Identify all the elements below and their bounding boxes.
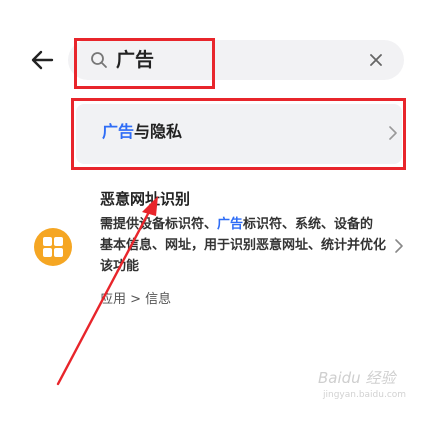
app-grid-icon — [34, 228, 72, 266]
highlight-box-result — [71, 98, 406, 170]
clear-icon — [370, 54, 382, 66]
watermark-logo: Baidu 经验 — [318, 369, 396, 387]
watermark-url: jingyan.baidu.com — [323, 390, 407, 400]
clear-button[interactable] — [364, 48, 388, 72]
item-description: 需提供设备标识符、广告标识符、系统、设备的基本信息、网址，用于识别恶意网址、统计… — [100, 214, 386, 277]
back-button[interactable] — [26, 44, 58, 76]
chevron-right-icon[interactable] — [393, 238, 405, 254]
back-arrow-icon — [31, 50, 54, 70]
item-desc-before: 需提供设备标识符、 — [100, 217, 218, 232]
highlight-box-search — [74, 38, 215, 89]
item-desc-keyword: 广告 — [217, 217, 244, 232]
item-title[interactable]: 恶意网址识别 — [100, 188, 190, 210]
item-path: 应用 > 信息 — [100, 292, 172, 307]
